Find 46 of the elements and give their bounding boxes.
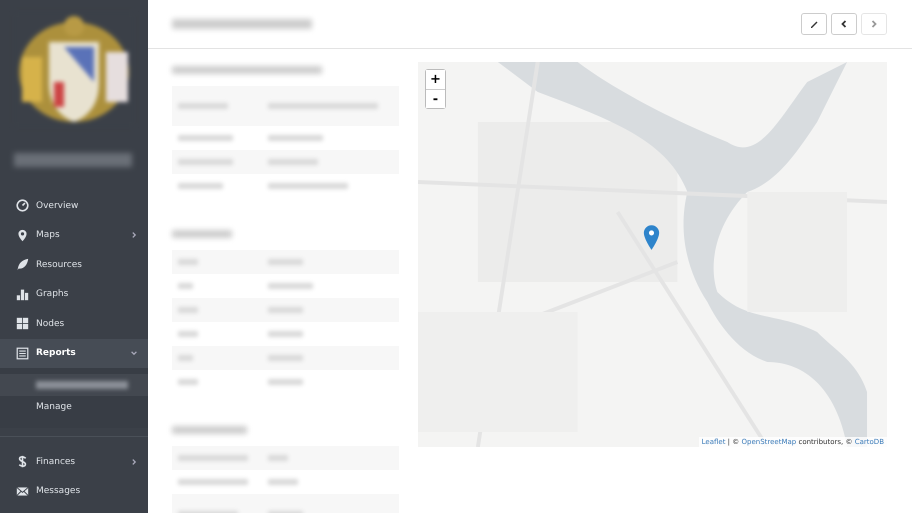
chevron-left-icon	[839, 19, 849, 29]
blurred-text	[172, 230, 232, 238]
chevron-right-icon	[869, 19, 879, 29]
blurred-text	[268, 331, 303, 337]
map-pin-icon	[16, 228, 29, 242]
blurred-text	[268, 259, 303, 265]
blurred-text	[178, 307, 198, 313]
sidebar-item[interactable]: Messages	[0, 476, 148, 506]
blurred-text	[268, 379, 303, 385]
blurred-text	[178, 479, 248, 485]
previous-button[interactable]	[831, 13, 857, 35]
blurred-text	[178, 135, 233, 141]
blurred-text	[178, 183, 223, 189]
envelope-icon	[16, 484, 29, 498]
blurred-text	[178, 379, 198, 385]
list-icon	[16, 346, 29, 360]
blurred-text	[178, 455, 248, 461]
dollar-icon	[16, 455, 29, 468]
sidebar-item[interactable]: Nodes	[0, 309, 148, 338]
blurred-text	[178, 159, 233, 165]
blurred-text	[268, 479, 298, 485]
blurred-text	[268, 283, 313, 289]
zoom-out-button[interactable]: -	[426, 89, 445, 108]
submenu-item[interactable]	[0, 374, 148, 396]
blurred-text	[178, 103, 228, 109]
leaf-icon	[16, 258, 29, 272]
blurred-text	[268, 455, 288, 461]
sidebar-item[interactable]: Overview	[0, 191, 148, 220]
blurred-text	[268, 355, 303, 361]
sidebar-item[interactable]: Finances	[0, 447, 148, 476]
blurred-text	[268, 135, 323, 141]
sidebar-item[interactable]: Graphs	[0, 280, 148, 309]
gauge-icon	[16, 199, 29, 212]
blurred-text	[268, 159, 318, 165]
pencil-icon	[809, 19, 819, 29]
grid-icon	[16, 317, 29, 330]
blurred-text	[178, 355, 193, 361]
sidebar-item[interactable]: Maps	[0, 220, 148, 250]
map-marker-icon	[643, 225, 660, 251]
blurred-text	[268, 307, 303, 313]
blurred-text	[178, 283, 193, 289]
blurred-text	[178, 331, 198, 337]
sidebar-item[interactable]: Reports	[0, 338, 148, 368]
sidebar-item[interactable]: Resources	[0, 250, 148, 280]
bar-chart-icon	[16, 288, 29, 301]
blurred-text	[178, 259, 198, 265]
